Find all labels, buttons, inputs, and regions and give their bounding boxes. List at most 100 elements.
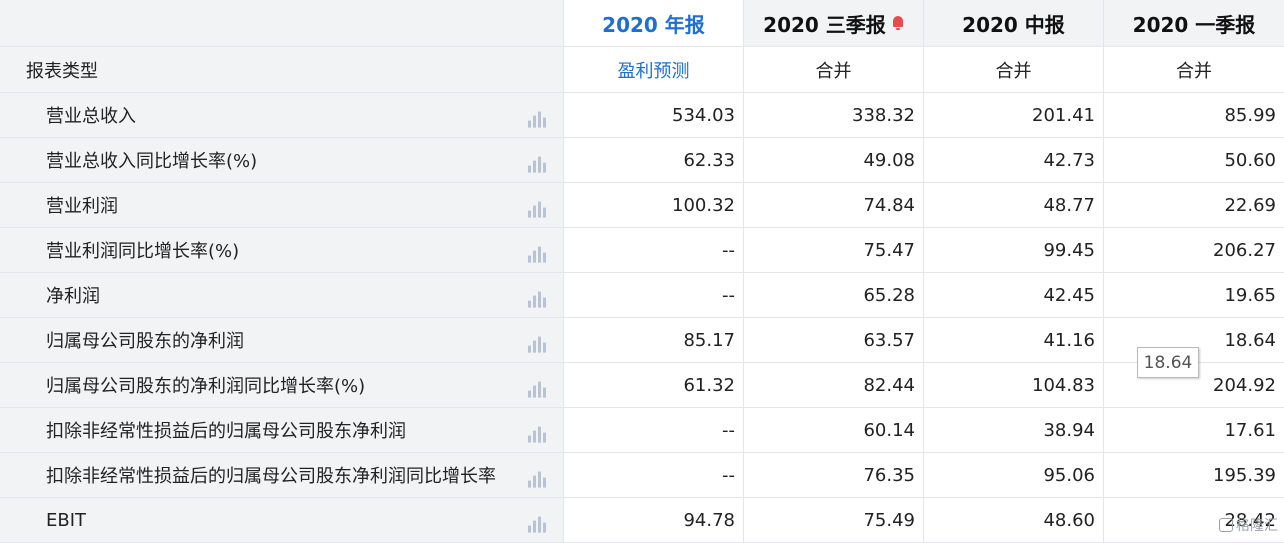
- value-cell[interactable]: 76.35: [744, 453, 924, 497]
- cell-value: 63.57: [863, 329, 915, 351]
- table-row: 营业利润同比增长率(%) -- 75.47 99.45 206.27: [0, 228, 1284, 273]
- cell-value: 82.44: [863, 374, 915, 396]
- cell-value: 195.39: [1213, 464, 1276, 486]
- bell-icon[interactable]: [892, 16, 904, 30]
- cell-value: 75.49: [863, 509, 915, 531]
- bar-chart-icon[interactable]: [527, 380, 547, 398]
- value-cell[interactable]: 104.83: [924, 363, 1104, 407]
- value-cell[interactable]: 65.28: [744, 273, 924, 317]
- value-cell[interactable]: 338.32: [744, 93, 924, 137]
- report-type-cell: 合并: [924, 47, 1104, 92]
- row-label: 营业总收入同比增长率(%): [46, 151, 258, 172]
- cell-value: 62.33: [683, 149, 735, 171]
- col-header-2020-annual[interactable]: 2020 年报: [564, 0, 744, 46]
- bar-chart-icon[interactable]: [527, 425, 547, 443]
- row-label-cell: 营业利润同比增长率(%): [0, 228, 564, 272]
- row-label-cell: EBIT: [0, 498, 564, 542]
- bar-chart-icon[interactable]: [527, 335, 547, 353]
- table-row: 营业总收入同比增长率(%) 62.33 49.08 42.73 50.60: [0, 138, 1284, 183]
- value-cell[interactable]: --: [564, 453, 744, 497]
- value-cell[interactable]: 19.65: [1104, 273, 1284, 317]
- report-type-value[interactable]: 盈利预测: [618, 57, 690, 83]
- row-label-cell: 营业总收入: [0, 93, 564, 137]
- bar-chart-icon[interactable]: [527, 245, 547, 263]
- value-cell[interactable]: 50.60: [1104, 138, 1284, 182]
- cell-value: 42.73: [1043, 149, 1095, 171]
- value-cell[interactable]: 201.41: [924, 93, 1104, 137]
- report-type-label: 报表类型: [26, 60, 98, 82]
- row-label-cell: 报表类型: [0, 47, 564, 92]
- value-cell[interactable]: 534.03: [564, 93, 744, 137]
- cell-value: 50.60: [1224, 149, 1276, 171]
- value-cell[interactable]: --: [564, 408, 744, 452]
- cell-value: 65.28: [863, 284, 915, 306]
- value-cell[interactable]: --: [564, 228, 744, 272]
- value-cell[interactable]: 85.17: [564, 318, 744, 362]
- value-cell[interactable]: 49.08: [744, 138, 924, 182]
- value-cell[interactable]: 75.49: [744, 498, 924, 542]
- row-label-cell: 净利润: [0, 273, 564, 317]
- value-cell[interactable]: 62.33: [564, 138, 744, 182]
- cell-value: 60.14: [863, 419, 915, 441]
- value-cell[interactable]: 61.32: [564, 363, 744, 407]
- value-cell[interactable]: 63.57: [744, 318, 924, 362]
- value-cell[interactable]: 42.45: [924, 273, 1104, 317]
- cell-value: 18.64: [1224, 329, 1276, 351]
- bar-chart-icon[interactable]: [527, 155, 547, 173]
- col-header-2020-q3[interactable]: 2020 三季报: [744, 0, 924, 46]
- row-label: 营业利润同比增长率(%): [46, 241, 240, 262]
- cell-value: 99.45: [1043, 239, 1095, 261]
- row-label: 扣除非经常性损益后的归属母公司股东净利润同比增长率: [46, 466, 496, 487]
- value-cell[interactable]: 42.73: [924, 138, 1104, 182]
- bar-chart-icon[interactable]: [527, 110, 547, 128]
- cell-value: 201.41: [1032, 104, 1095, 126]
- table-row: EBIT 94.78 75.49 48.60 28.42: [0, 498, 1284, 543]
- value-cell[interactable]: 206.27: [1104, 228, 1284, 272]
- bar-chart-icon[interactable]: [527, 290, 547, 308]
- cell-value: 85.17: [683, 329, 735, 351]
- table-row: 营业总收入 534.03 338.32 201.41 85.99: [0, 93, 1284, 138]
- table-row: 净利润 -- 65.28 42.45 19.65: [0, 273, 1284, 318]
- header-corner: [0, 0, 564, 46]
- col-header-2020-q1[interactable]: 2020 一季报: [1104, 0, 1284, 46]
- value-cell[interactable]: 82.44: [744, 363, 924, 407]
- col-header-label: 2020 中报: [962, 12, 1065, 37]
- report-type-cell[interactable]: 盈利预测: [564, 47, 744, 92]
- cell-value: 48.77: [1043, 194, 1095, 216]
- bar-chart-icon[interactable]: [527, 515, 547, 533]
- value-cell[interactable]: 60.14: [744, 408, 924, 452]
- cell-value: 100.32: [672, 194, 735, 216]
- value-cell[interactable]: 22.69: [1104, 183, 1284, 227]
- report-type-cell: 合并: [1104, 47, 1284, 92]
- report-type-value: 合并: [1176, 60, 1212, 82]
- value-cell[interactable]: 48.60: [924, 498, 1104, 542]
- value-cell[interactable]: 99.45: [924, 228, 1104, 272]
- value-cell[interactable]: 94.78: [564, 498, 744, 542]
- value-cell[interactable]: 74.84: [744, 183, 924, 227]
- value-cell[interactable]: 85.99: [1104, 93, 1284, 137]
- value-cell[interactable]: 41.16: [924, 318, 1104, 362]
- table-row: 扣除非经常性损益后的归属母公司股东净利润同比增长率 -- 76.35 95.06 195…: [0, 453, 1284, 498]
- report-type-value: 合并: [995, 60, 1032, 82]
- bar-chart-icon[interactable]: [527, 470, 547, 488]
- value-tooltip: 18.64: [1137, 347, 1199, 378]
- row-label-cell: 归属母公司股东的净利润同比增长率(%): [0, 363, 564, 407]
- row-label: 归属母公司股东的净利润: [46, 331, 244, 352]
- value-cell[interactable]: 17.61: [1104, 408, 1284, 452]
- value-cell[interactable]: --: [564, 273, 744, 317]
- row-label-cell: 营业总收入同比增长率(%): [0, 138, 564, 182]
- value-cell[interactable]: 48.77: [924, 183, 1104, 227]
- col-header-2020-h1[interactable]: 2020 中报: [924, 0, 1104, 46]
- value-cell[interactable]: 75.47: [744, 228, 924, 272]
- value-cell[interactable]: 38.94: [924, 408, 1104, 452]
- row-label-cell: 营业利润: [0, 183, 564, 227]
- cell-value: 22.69: [1224, 194, 1276, 216]
- bar-chart-icon[interactable]: [527, 200, 547, 218]
- value-cell[interactable]: 195.39: [1104, 453, 1284, 497]
- row-label: 净利润: [46, 286, 100, 307]
- value-cell[interactable]: 95.06: [924, 453, 1104, 497]
- cell-value: --: [722, 464, 735, 486]
- table-row: 归属母公司股东的净利润同比增长率(%) 61.32 82.44 104.83 204.9…: [0, 363, 1284, 408]
- cell-value: 75.47: [863, 239, 915, 261]
- value-cell[interactable]: 100.32: [564, 183, 744, 227]
